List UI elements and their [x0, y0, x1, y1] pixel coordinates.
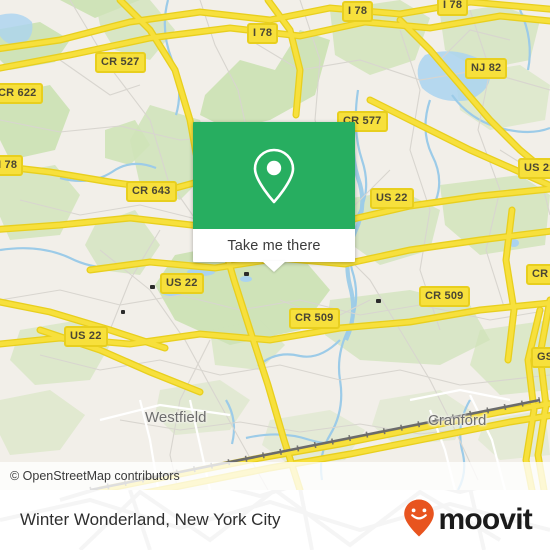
road-shield[interactable]: CR 509 — [289, 308, 340, 329]
road-shield[interactable]: NJ 82 — [465, 58, 508, 79]
place-label-cranford: Cranford — [428, 412, 487, 429]
location-title: Winter Wonderland, New York City — [20, 510, 281, 529]
popup-footer[interactable]: Take me there — [193, 229, 355, 262]
moovit-logo[interactable]: moovit — [403, 498, 533, 543]
road-shield[interactable]: CR 527 — [95, 52, 146, 73]
road-shield[interactable]: I 78 — [342, 1, 374, 22]
popup-header — [193, 122, 355, 229]
road-shield[interactable]: CR 509 — [419, 286, 470, 307]
map-pin-icon — [248, 146, 300, 206]
attribution-bar: © OpenStreetMap contributors — [0, 462, 550, 490]
popup-tail — [262, 261, 286, 272]
road-shield[interactable]: GSP — [531, 347, 550, 368]
road-shield[interactable]: CR 622 — [0, 83, 43, 104]
road-shield[interactable]: US 22 — [64, 326, 108, 347]
footer-content: Winter Wonderland, New York City moovit — [0, 490, 550, 550]
road-shield[interactable]: CR 5 — [526, 264, 550, 285]
footer-bar: Winter Wonderland, New York City moovit — [0, 490, 550, 550]
road-shield[interactable]: I 78 — [0, 155, 24, 176]
moovit-wordmark: moovit — [438, 503, 532, 536]
road-shield[interactable]: US 22 — [518, 158, 550, 179]
road-shield[interactable]: CR 643 — [126, 181, 177, 202]
road-shield[interactable]: US 22 — [160, 273, 204, 294]
attribution-text[interactable]: © OpenStreetMap contributors — [0, 469, 180, 483]
road-shield[interactable]: I 78 — [437, 0, 469, 16]
moovit-pin-smiley-icon — [403, 498, 435, 543]
map-screenshot: CR 527 CR 622 I 78 I 78 I 78 NJ 82 CR 57… — [0, 0, 550, 550]
location-popup-card[interactable]: Take me there — [193, 122, 355, 272]
map-canvas[interactable]: CR 527 CR 622 I 78 I 78 I 78 NJ 82 CR 57… — [0, 0, 550, 490]
place-label-westfield: Westfield — [145, 409, 207, 426]
road-shield[interactable]: US 22 — [370, 188, 414, 209]
take-me-there-label: Take me there — [227, 237, 321, 254]
road-shield[interactable]: I 78 — [247, 23, 279, 44]
